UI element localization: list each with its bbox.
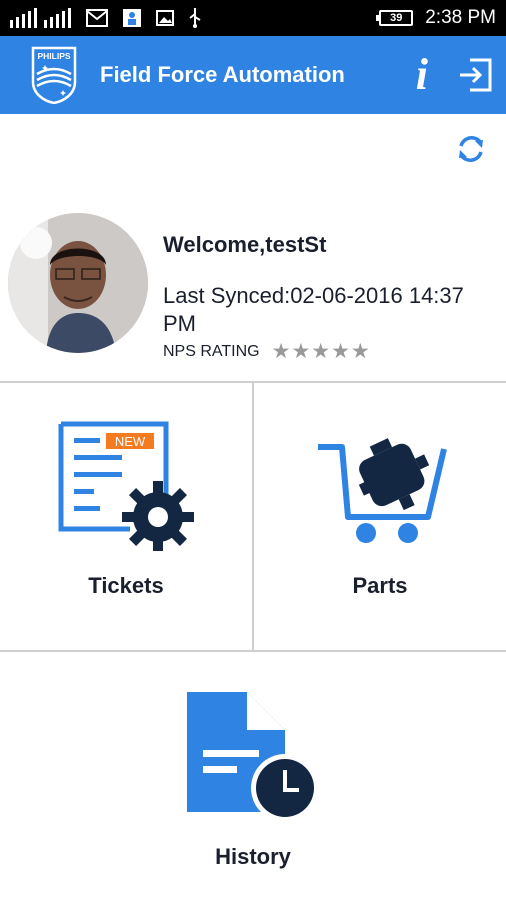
star-icon: ★ [271,340,291,363]
tickets-label: Tickets [88,573,164,598]
usb-icon [189,8,201,28]
svg-text:PHILIPS: PHILIPS [37,51,70,61]
star-icon: ★ [311,340,331,363]
history-icon [187,692,319,822]
image-icon [156,10,174,26]
info-icon[interactable]: i [416,53,428,97]
last-synced-text: Last Synced:02-06-2016 14:37 PM [163,283,464,336]
app-notification-icon [123,9,141,27]
nps-rating: NPS RATING ★ ★ ★ ★ ★ [163,341,370,362]
nps-label: NPS RATING [163,342,260,360]
app-bar: PHILIPS Field Force Automation i [0,36,506,114]
status-time: 2:38 PM [425,7,496,28]
parts-tile[interactable]: Parts [254,383,506,650]
history-label: History [215,844,291,869]
signal-icon [10,8,71,28]
nps-stars: ★ ★ ★ ★ ★ [272,341,370,362]
sync-icon[interactable] [454,132,488,171]
history-tile[interactable]: History [0,652,506,900]
parts-cart-icon [318,438,447,543]
avatar [8,213,148,353]
tickets-icon: NEW [58,421,194,551]
star-icon: ★ [350,340,370,363]
tickets-tile[interactable]: NEW Tickets [0,383,252,650]
status-bar: 39 2:38 PM [0,0,506,36]
star-icon: ★ [291,340,311,363]
app-title: Field Force Automation [100,62,345,87]
battery-icon: 39 [376,10,414,26]
philips-logo: PHILIPS [31,46,77,104]
welcome-text: Welcome,testSt [163,232,327,257]
logout-icon[interactable] [458,58,492,92]
parts-label: Parts [352,573,408,598]
mail-icon [86,9,108,27]
new-badge: NEW [115,434,146,449]
star-icon: ★ [331,340,350,363]
battery-level: 39 [390,12,403,24]
